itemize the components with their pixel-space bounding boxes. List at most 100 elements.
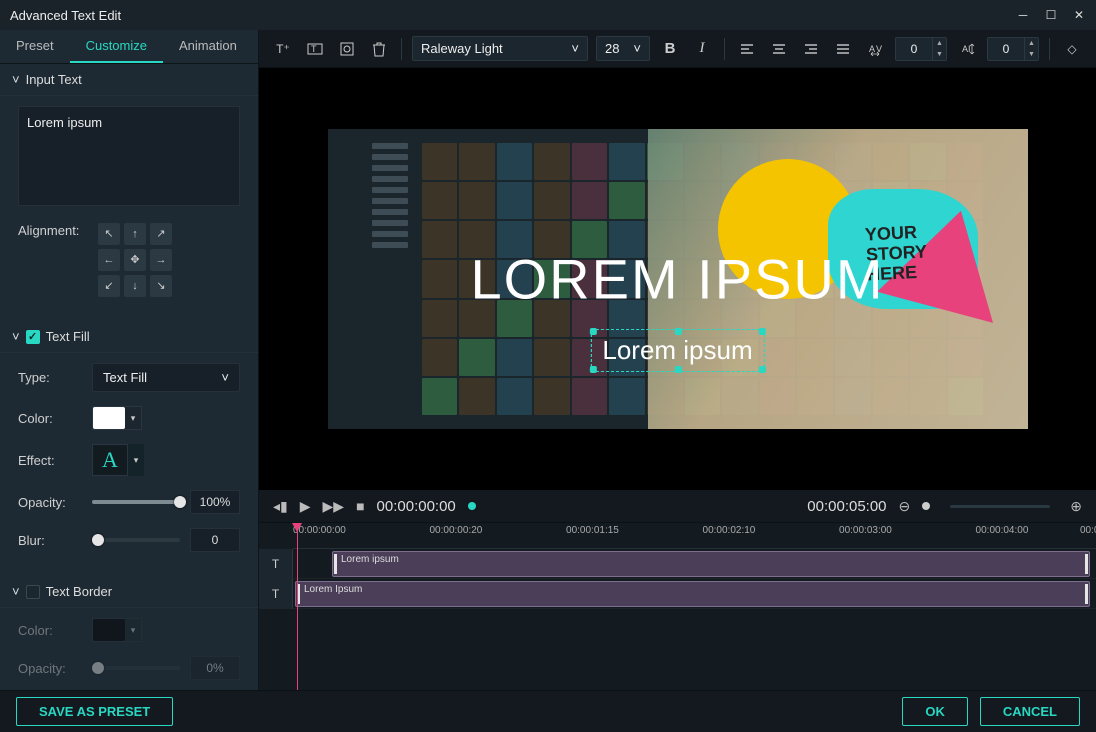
zoom-knob[interactable] [922,502,930,510]
minimize-button[interactable]: ─ [1016,8,1030,22]
timeline[interactable]: 00:00:00:00 00:00:00:20 00:00:01:15 00:0… [259,522,1096,690]
track-head-2[interactable]: T [259,579,293,609]
diamond-icon[interactable]: ◇ [1060,37,1084,61]
fill-color-swatch[interactable] [93,407,125,429]
track-1: T Lorem ipsum [259,549,1096,579]
align-tl[interactable]: ↖ [98,223,120,245]
align-bc[interactable]: ↓ [124,275,146,297]
line-spacing-icon[interactable]: AI [955,37,979,61]
section-input-text-title: Input Text [26,72,82,87]
font-name: Raleway Light [421,41,503,56]
play-button[interactable]: ▶ [300,498,311,515]
track-2: T Lorem Ipsum [259,579,1096,609]
playhead[interactable] [297,523,298,690]
align-center-icon[interactable] [767,37,791,61]
text-fill-checkbox[interactable]: ✓ [26,330,40,344]
align-bl[interactable]: ↙ [98,275,120,297]
next-frame-button[interactable]: ▶▶ [323,498,345,515]
opacity-value[interactable] [190,490,240,514]
shape-icon[interactable] [335,37,359,61]
clip-1[interactable]: Lorem ipsum [332,551,1090,577]
chevron-down-icon: ˅ [12,584,20,599]
stop-button[interactable]: ■ [356,498,364,514]
border-color-dropdown[interactable]: ▾ [125,619,141,641]
font-size-select[interactable]: 28 ˅ [596,36,650,61]
section-text-border-header[interactable]: ˅ Text Border [0,576,258,608]
time-end: 00:00:05:00 [807,498,886,515]
align-mr[interactable]: → [150,249,172,271]
tab-preset[interactable]: Preset [0,30,70,63]
fill-color-dropdown[interactable]: ▾ [125,407,141,429]
canvas[interactable]: YOURSTORYHERE LOREM IPSUM Lorem ipsum [328,129,1028,429]
italic-button[interactable]: I [690,37,714,61]
border-opacity-value[interactable] [190,656,240,680]
maximize-button[interactable]: ☐ [1044,8,1058,22]
zoom-slider[interactable] [950,505,1050,508]
align-justify-icon[interactable] [831,37,855,61]
letter-spacing-spin[interactable]: ▲▼ [895,37,947,61]
fill-type-label: Type: [18,370,92,385]
clip-2[interactable]: Lorem Ipsum [295,581,1090,607]
chevron-down-icon: ˅ [571,41,579,56]
preview-sub-text-value: Lorem ipsum [602,335,752,365]
section-text-fill-header[interactable]: ˅ ✓ Text Fill [0,321,258,353]
ruler-tick: 00:00:00:20 [430,525,483,536]
delete-icon[interactable] [367,37,391,61]
section-text-fill-title: Text Fill [46,329,90,344]
align-br[interactable]: ↘ [150,275,172,297]
zoom-out-button[interactable]: ⊖ [899,498,911,515]
align-tr[interactable]: ↗ [150,223,172,245]
bold-button[interactable]: B [658,37,682,61]
line-spacing-value[interactable] [988,38,1024,60]
preview-main-text[interactable]: LOREM IPSUM [470,247,884,312]
marker-start-dot[interactable] [468,502,476,510]
preview-viewport[interactable]: YOURSTORYHERE LOREM IPSUM Lorem ipsum [259,68,1096,490]
font-size: 28 [605,41,619,56]
spin-up[interactable]: ▲ [932,38,946,49]
opacity-label: Opacity: [18,495,92,510]
align-ml[interactable]: ← [98,249,120,271]
preview-sub-text[interactable]: Lorem ipsum [594,333,760,368]
section-input-text-header[interactable]: ˅ Input Text [0,64,258,96]
letter-spacing-icon[interactable]: AV [863,37,887,61]
blur-value[interactable] [190,528,240,552]
side-panel: Preset Customize Animation ˅ Input Text … [0,30,259,690]
close-button[interactable]: ✕ [1072,8,1086,22]
border-opacity-slider[interactable] [92,666,180,670]
letter-spacing-value[interactable] [896,38,932,60]
track-head-1[interactable]: T [259,549,293,579]
timeline-ruler[interactable]: 00:00:00:00 00:00:00:20 00:00:01:15 00:0… [293,523,1096,549]
spin-down[interactable]: ▼ [1024,49,1038,60]
fill-type-select[interactable]: Text Fill ˅ [92,363,240,392]
align-right-icon[interactable] [799,37,823,61]
text-border-checkbox[interactable] [26,585,40,599]
save-preset-button[interactable]: SAVE AS PRESET [16,697,173,726]
fill-effect-preview[interactable]: A [92,444,128,476]
tab-customize[interactable]: Customize [70,30,163,63]
line-spacing-spin[interactable]: ▲▼ [987,37,1039,61]
align-left-icon[interactable] [735,37,759,61]
chevron-down-icon: ˅ [12,72,20,87]
border-color-swatch[interactable] [93,619,125,641]
tab-animation[interactable]: Animation [163,30,253,63]
spin-up[interactable]: ▲ [1024,38,1038,49]
font-select[interactable]: Raleway Light ˅ [412,36,588,61]
blur-slider[interactable] [92,538,180,542]
ruler-tick: 00:00:04 [1080,525,1096,536]
align-center[interactable]: ✥ [124,249,146,271]
text-input[interactable]: Lorem ipsum [18,106,240,206]
align-tc[interactable]: ↑ [124,223,146,245]
chevron-down-icon: ˅ [633,41,641,56]
spin-down[interactable]: ▼ [932,49,946,60]
chevron-down-icon: ˅ [221,370,229,385]
cancel-button[interactable]: CANCEL [980,697,1080,726]
zoom-in-button[interactable]: ⊕ [1070,498,1082,515]
add-text-icon[interactable]: T⁺ [271,37,295,61]
opacity-slider[interactable] [92,500,180,504]
fill-effect-dropdown[interactable]: ▾ [128,444,144,476]
svg-text:V: V [876,44,882,54]
prev-frame-button[interactable]: ◂▮ [273,498,288,515]
time-current: 00:00:00:00 [377,498,456,515]
ok-button[interactable]: OK [902,697,968,726]
textbox-icon[interactable]: T [303,37,327,61]
